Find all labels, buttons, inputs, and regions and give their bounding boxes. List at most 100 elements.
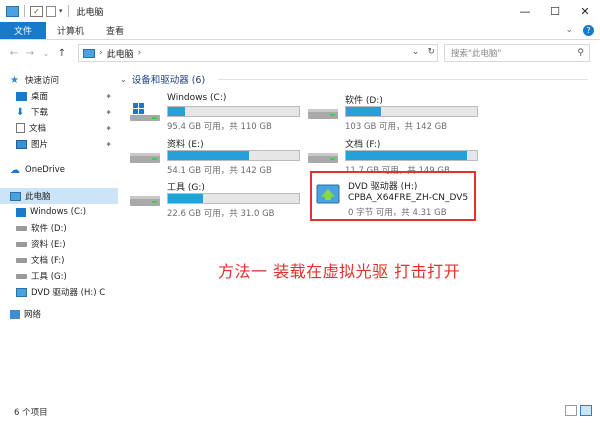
- nav-item-downloads[interactable]: ⬇ 下载 ✦: [0, 104, 118, 120]
- nav-item-drive-f[interactable]: 文档 (F:): [0, 252, 118, 268]
- annotation-text: 方法一 装载在虚拟光驱 打击打开: [218, 262, 461, 281]
- breadcrumb-chevron-icon[interactable]: ›: [138, 48, 142, 58]
- drive-icon: [16, 225, 27, 231]
- forward-button[interactable]: →: [22, 48, 38, 59]
- nav-item-label: OneDrive: [25, 165, 65, 175]
- nav-item-label: Windows (C:): [30, 207, 87, 217]
- section-collapse-chevron-icon[interactable]: ⌄: [120, 75, 127, 84]
- drive-name: Windows (C:): [167, 93, 227, 103]
- address-dropdown-chevron-icon[interactable]: ⌄: [412, 47, 420, 57]
- nav-item-label: 桌面: [31, 92, 49, 102]
- search-placeholder: 搜索"此电脑": [451, 49, 502, 59]
- drive-name: 资料 (E:): [167, 140, 204, 150]
- desktop-icon: [16, 91, 27, 101]
- drive-usage-fill: [168, 194, 204, 203]
- search-icon[interactable]: ⚲: [577, 48, 584, 58]
- quick-access-toolbar: ✓ ▾: [0, 5, 71, 17]
- pin-icon: ✦: [105, 123, 112, 133]
- nav-item-pictures[interactable]: 图片 ✦: [0, 136, 118, 152]
- nav-item-drive-c[interactable]: Windows (C:): [0, 204, 118, 220]
- help-icon[interactable]: ?: [583, 25, 594, 36]
- network-icon: [10, 309, 20, 319]
- drive-icon: [308, 153, 338, 163]
- windows-drive-icon: [130, 103, 160, 121]
- tab-file[interactable]: 文件: [0, 22, 47, 39]
- drive-usage-fill: [346, 151, 467, 160]
- ribbon-expand-chevron-icon[interactable]: ⌄: [565, 25, 573, 36]
- nav-item-this-pc[interactable]: 此电脑: [0, 188, 118, 204]
- pictures-icon: [16, 139, 27, 149]
- maximize-button[interactable]: ☐: [540, 0, 570, 22]
- back-button[interactable]: ←: [6, 48, 22, 59]
- drive-usage-fill: [346, 107, 382, 116]
- customize-toolbar-chevron-icon[interactable]: ▾: [59, 7, 63, 15]
- window-controls: — ☐ ✕: [510, 0, 600, 22]
- nav-item-label: 软件 (D:): [31, 224, 67, 234]
- drive-usage-bar: [167, 106, 300, 117]
- drive-tile-d[interactable]: 软件 (D:) 103 GB 可用，共 142 GB: [308, 91, 508, 135]
- nav-item-label: 文档: [29, 124, 47, 134]
- nav-item-documents[interactable]: 文档 ✦: [0, 120, 118, 136]
- drive-icon: [130, 153, 160, 163]
- dvd-icon: [316, 184, 340, 204]
- recent-locations-chevron-icon[interactable]: ⌄: [38, 49, 54, 58]
- download-icon: ⬇: [16, 106, 25, 118]
- windows-drive-icon: [16, 207, 26, 217]
- tab-view[interactable]: 查看: [95, 22, 135, 39]
- toolbar-divider: [67, 5, 69, 17]
- nav-item-label: 下载: [31, 108, 49, 118]
- drive-tile-e[interactable]: 资料 (E:) 54.1 GB 可用，共 142 GB: [130, 135, 330, 179]
- nav-item-onedrive[interactable]: ☁ OneDrive: [0, 162, 118, 178]
- pc-icon: [10, 191, 21, 201]
- breadcrumb-this-pc[interactable]: 此电脑: [107, 47, 134, 60]
- up-button[interactable]: ↑: [54, 48, 70, 59]
- nav-item-quick-access[interactable]: ★ 快速访问: [0, 72, 118, 88]
- nav-item-drive-d[interactable]: 软件 (D:): [0, 220, 118, 236]
- drive-usage-bar: [345, 106, 478, 117]
- drive-free-space: 95.4 GB 可用，共 110 GB: [167, 122, 272, 132]
- pin-icon: ✦: [105, 107, 112, 117]
- navigation-pane: ★ 快速访问 桌面 ✦ ⬇ 下载 ✦ 文档 ✦ 图片 ✦ ☁ OneDrive …: [0, 68, 118, 398]
- new-folder-icon[interactable]: [46, 5, 56, 17]
- nav-item-drive-e[interactable]: 资料 (E:): [0, 236, 118, 252]
- title-bar: ✓ ▾ 此电脑 — ☐ ✕: [0, 0, 600, 22]
- address-actions: ⌄ ↻: [412, 47, 435, 57]
- explorer-app-icon[interactable]: [6, 5, 19, 17]
- drive-usage-bar: [345, 150, 478, 161]
- section-header-devices[interactable]: ⌄ 设备和驱动器 (6): [120, 72, 206, 87]
- properties-icon[interactable]: ✓: [30, 5, 43, 17]
- nav-item-desktop[interactable]: 桌面 ✦: [0, 88, 118, 104]
- details-view-icon[interactable]: [565, 405, 577, 416]
- tiles-view-icon[interactable]: [580, 405, 592, 416]
- address-bar[interactable]: › 此电脑 › ⌄ ↻: [78, 44, 438, 62]
- search-input[interactable]: 搜索"此电脑" ⚲: [444, 44, 590, 62]
- nav-item-network[interactable]: 网络: [0, 306, 118, 322]
- drive-tile-c[interactable]: Windows (C:) 95.4 GB 可用，共 110 GB: [130, 91, 330, 135]
- drive-tile-dvd[interactable]: DVD 驱动器 (H:) CPBA_X64FRE_ZH-CN_DV5 0 字节 …: [310, 171, 476, 221]
- section-title: 设备和驱动器 (6): [131, 75, 206, 86]
- close-button[interactable]: ✕: [570, 0, 600, 22]
- drive-tile-g[interactable]: 工具 (G:) 22.6 GB 可用，共 31.0 GB: [130, 178, 330, 222]
- drive-free-space: 103 GB 可用，共 142 GB: [345, 122, 448, 132]
- nav-item-label: 文档 (F:): [31, 256, 65, 266]
- nav-item-label: 图片: [31, 140, 49, 150]
- drive-usage-fill: [168, 107, 186, 116]
- nav-item-dvd-drive[interactable]: DVD 驱动器 (H:) C: [0, 284, 118, 300]
- nav-item-drive-g[interactable]: 工具 (G:): [0, 268, 118, 284]
- minimize-button[interactable]: —: [510, 0, 540, 22]
- drive-name: 工具 (G:): [167, 183, 205, 193]
- drive-free-space: 22.6 GB 可用，共 31.0 GB: [167, 209, 275, 219]
- drive-icon: [16, 257, 27, 263]
- tab-computer[interactable]: 计算机: [46, 22, 95, 39]
- documents-icon: [16, 123, 25, 133]
- star-icon: ★: [10, 74, 19, 86]
- refresh-icon[interactable]: ↻: [427, 47, 435, 57]
- drive-usage-fill: [168, 151, 250, 160]
- nav-item-label: DVD 驱动器 (H:) C: [31, 288, 106, 298]
- toolbar-divider: [24, 5, 25, 17]
- pc-icon: [83, 48, 95, 58]
- drive-icon: [308, 109, 338, 119]
- nav-item-label: 网络: [24, 310, 42, 320]
- drive-name: DVD 驱动器 (H:): [348, 182, 418, 192]
- drive-name: 软件 (D:): [345, 96, 383, 106]
